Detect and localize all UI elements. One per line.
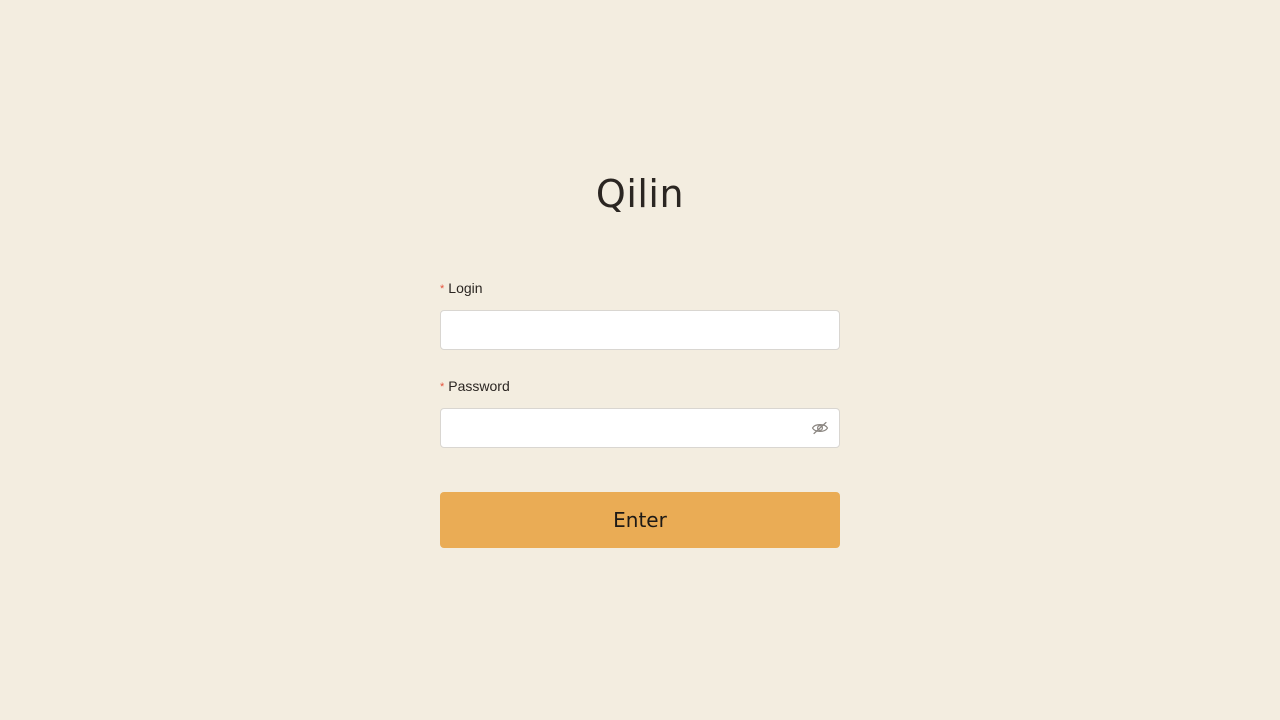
app-title: Qilin — [595, 172, 685, 216]
password-input[interactable] — [441, 409, 839, 447]
password-label-text: Password — [448, 378, 510, 394]
enter-button[interactable]: Enter — [440, 492, 840, 548]
login-form: * Login * Password Enter — [440, 278, 840, 548]
login-label-text: Login — [448, 280, 483, 296]
login-input[interactable] — [441, 311, 839, 349]
login-field-group: * Login — [440, 278, 840, 350]
password-label: * Password — [440, 376, 840, 396]
password-field-group: * Password — [440, 376, 840, 448]
login-input-wrapper — [440, 310, 840, 350]
password-input-wrapper — [440, 408, 840, 448]
login-label: * Login — [440, 278, 840, 298]
required-mark: * — [440, 381, 445, 393]
eye-slash-icon[interactable] — [811, 420, 829, 436]
required-mark: * — [440, 283, 445, 295]
